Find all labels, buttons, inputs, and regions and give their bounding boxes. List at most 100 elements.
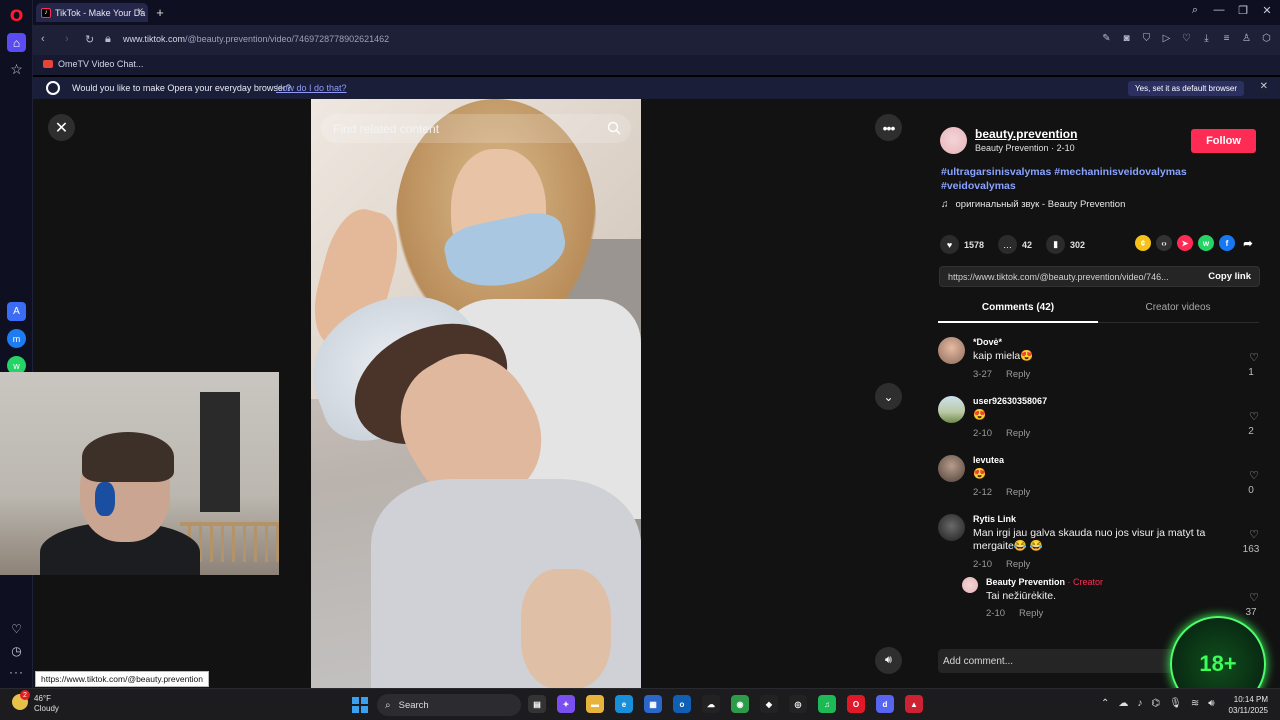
windows-start-icon[interactable] [352, 697, 368, 713]
next-video-button[interactable]: ⌄ [875, 383, 902, 410]
set-default-button[interactable]: Yes, set it as default browser [1128, 81, 1244, 96]
commenter-avatar[interactable] [938, 514, 965, 541]
banner-close-icon[interactable]: ✕ [1260, 81, 1268, 92]
taskbar-search[interactable]: ⌕ Search [377, 694, 521, 716]
add-comment-input[interactable]: Add comment... [938, 649, 1206, 673]
close-video-button[interactable]: ✕ [48, 114, 75, 141]
reply-author[interactable]: Beauty Prevention · Creator [986, 577, 1103, 587]
onedrive-icon[interactable]: ☁ [1118, 698, 1128, 709]
bookmark-ometv[interactable]: OmeTV Video Chat... [43, 59, 143, 69]
share-link-text[interactable]: https://www.tiktok.com/@beauty.preventio… [948, 272, 1193, 282]
close-tab-icon[interactable]: ✕ [136, 6, 144, 17]
related-search-input[interactable]: Find related content [321, 114, 631, 143]
more-icon[interactable]: ··· [7, 662, 26, 681]
facebook-icon[interactable]: f [1219, 235, 1235, 251]
reply-link[interactable]: Reply [1019, 608, 1043, 619]
app-icon[interactable]: ◆ [760, 695, 778, 713]
reply-link[interactable]: Reply [1006, 487, 1030, 498]
store-icon[interactable]: ▦ [644, 695, 662, 713]
commenter-avatar[interactable] [938, 337, 965, 364]
creator-avatar[interactable] [962, 577, 978, 593]
close-window-button[interactable]: ✕ [1259, 4, 1275, 17]
extensions-icon[interactable]: ⬡ [1261, 33, 1272, 44]
lock-icon[interactable]: 🔒︎ [105, 33, 111, 46]
like-stat[interactable]: ♥ 1578 [940, 235, 984, 254]
tab-tiktok[interactable]: ♪ TikTok - Make Your Da ✕ [36, 3, 148, 22]
home-icon[interactable]: ⌂ [7, 33, 26, 52]
url-field[interactable]: www.tiktok.com/@beauty.prevention/video/… [123, 34, 389, 44]
app-icon-2[interactable]: ▲ [905, 695, 923, 713]
maximize-button[interactable]: ❐ [1235, 4, 1251, 17]
aria-icon[interactable]: A [7, 302, 26, 321]
edit-icon[interactable]: ✎ [1101, 33, 1112, 44]
comment-stat[interactable]: … 42 [998, 235, 1032, 254]
speaker-icon[interactable]: 🔊︎ [1208, 698, 1214, 709]
history-icon[interactable]: ◷ [7, 641, 26, 660]
heart-icon[interactable]: ♡ [7, 619, 26, 638]
post-sound[interactable]: ♫ оригинальный звук - Beauty Prevention [941, 199, 1125, 210]
file-explorer-icon[interactable]: ▬ [586, 695, 604, 713]
commenter-name[interactable]: Rytis Link [973, 514, 1016, 524]
minimize-button[interactable]: — [1211, 4, 1227, 16]
cloud-app-icon[interactable]: ☁ [702, 695, 720, 713]
follow-button[interactable]: Follow [1191, 129, 1256, 153]
back-icon[interactable]: ‹ [41, 33, 45, 45]
save-stat[interactable]: ▮ 302 [1046, 235, 1085, 254]
reply-link[interactable]: Reply [1006, 369, 1030, 380]
comment-like-icon[interactable]: ♡ [1245, 351, 1263, 364]
discord-icon[interactable]: d [876, 695, 894, 713]
opera-menu-icon[interactable]: O [7, 6, 26, 25]
download-icon[interactable]: ⤓ [1201, 33, 1212, 44]
profile-icon[interactable]: ♙ [1241, 33, 1252, 44]
commenter-name[interactable]: *Dovė* [973, 337, 1002, 347]
commenter-name[interactable]: user92630358067 [973, 396, 1047, 406]
shield-icon[interactable]: ⛉ [1141, 33, 1152, 44]
chrome-icon[interactable]: ◉ [731, 695, 749, 713]
comment-like-icon[interactable]: ♡ [1245, 410, 1263, 423]
share-arrow-icon[interactable]: ➦ [1240, 235, 1256, 251]
wifi-icon[interactable]: ≋ [1191, 698, 1199, 709]
tab-comments[interactable]: Comments (42) [938, 302, 1098, 313]
embed-icon[interactable]: ‹› [1156, 235, 1172, 251]
copilot-icon[interactable]: ✦ [557, 695, 575, 713]
menu-icon[interactable]: ≡ [1221, 33, 1232, 44]
opera-taskbar-icon[interactable]: O [847, 695, 865, 713]
author-avatar[interactable] [940, 127, 967, 154]
camera-icon[interactable]: ◙ [1121, 33, 1132, 44]
send-icon[interactable]: ➤ [1177, 235, 1193, 251]
banner-help-link[interactable]: How do I do that? [276, 83, 347, 93]
task-view-icon[interactable]: ▤ [528, 695, 546, 713]
taskbar-clock[interactable]: 10:14 PM 03/11/2025 [1229, 694, 1268, 716]
more-options-button[interactable]: ••• [875, 114, 902, 141]
author-username[interactable]: beauty.prevention [975, 127, 1077, 141]
copy-link-button[interactable]: Copy link [1208, 271, 1251, 282]
post-hashtags[interactable]: #ultragarsinisvalymas #mechaninisveidova… [941, 165, 1241, 193]
comment-like-icon[interactable]: ♡ [1245, 528, 1263, 541]
commenter-avatar[interactable] [938, 455, 965, 482]
weather-widget[interactable]: 2 46°F Cloudy [12, 690, 59, 714]
search-tabs-icon[interactable]: ⌕ [1187, 4, 1203, 17]
spotify-icon[interactable]: ♫ [818, 695, 836, 713]
tab-creator-videos[interactable]: Creator videos [1098, 302, 1258, 313]
coin-icon[interactable]: ¢ [1135, 235, 1151, 251]
obs-icon[interactable]: ◎ [789, 695, 807, 713]
reload-icon[interactable]: ↻ [85, 33, 94, 46]
video-player[interactable]: Find related content [311, 99, 641, 688]
network-icon[interactable]: ⌬ [1151, 698, 1160, 709]
commenter-avatar[interactable] [938, 396, 965, 423]
heart-outline-icon[interactable]: ♡ [1181, 33, 1192, 44]
chevron-up-icon[interactable]: ⌃ [1101, 698, 1109, 709]
star-icon[interactable]: ☆ [7, 60, 26, 79]
edge-icon[interactable]: e [615, 695, 633, 713]
mic-icon[interactable]: 🎙︎ [1169, 698, 1182, 709]
commenter-name[interactable]: Ievutea [973, 455, 1004, 465]
search-icon[interactable] [607, 121, 621, 135]
outlook-icon[interactable]: o [673, 695, 691, 713]
reply-link[interactable]: Reply [1006, 559, 1030, 570]
comment-like-icon[interactable]: ♡ [1245, 469, 1263, 482]
volume-button[interactable]: 🔊︎ [875, 647, 902, 674]
reply-like-icon[interactable]: ♡ [1245, 591, 1263, 604]
play-icon[interactable]: ▷ [1161, 33, 1172, 44]
reply-link[interactable]: Reply [1006, 428, 1030, 439]
whatsapp-share-icon[interactable]: w [1198, 235, 1214, 251]
